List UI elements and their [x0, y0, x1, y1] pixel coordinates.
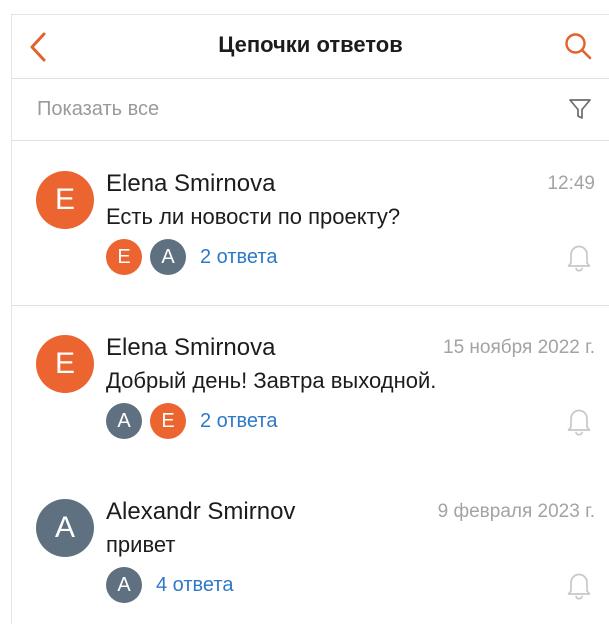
- thread-message: Добрый день! Завтра выходной.: [106, 368, 437, 393]
- thread-item[interactable]: E Elena Smirnova 12:49 Есть ли новости п…: [12, 143, 609, 303]
- search-icon: [565, 33, 592, 60]
- thread-time: 15 ноября 2022 г.: [443, 337, 595, 358]
- participant-avatar: E: [150, 403, 186, 439]
- thread-message: Есть ли новости по проекту?: [106, 204, 401, 229]
- header-divider: [12, 78, 609, 79]
- thread-time: 9 февраля 2023 г.: [437, 501, 595, 522]
- notification-toggle-button[interactable]: [565, 405, 593, 437]
- thread-author: Alexandr Smirnov: [106, 498, 296, 525]
- replies-row[interactable]: A 4 ответа: [106, 566, 233, 604]
- thread-message: привет: [106, 532, 176, 557]
- thread-time: 12:49: [547, 173, 595, 194]
- participant-avatar: E: [106, 239, 142, 275]
- replies-row[interactable]: E A 2 ответа: [106, 238, 277, 276]
- thread-divider: [12, 305, 609, 306]
- avatar[interactable]: E: [36, 171, 94, 229]
- bell-icon: [567, 409, 591, 436]
- page-title: Цепочки ответов: [218, 32, 403, 57]
- reply-count-link[interactable]: 2 ответа: [200, 410, 277, 433]
- reply-count-link[interactable]: 4 ответа: [156, 574, 233, 597]
- notification-toggle-button[interactable]: [565, 241, 593, 273]
- thread-author: Elena Smirnova: [106, 170, 276, 197]
- filter-divider: [12, 140, 609, 141]
- search-button[interactable]: [561, 29, 595, 63]
- replies-row[interactable]: A E 2 ответа: [106, 402, 277, 440]
- avatar[interactable]: E: [36, 335, 94, 393]
- avatar[interactable]: A: [36, 499, 94, 557]
- header-bar: Цепочки ответов: [12, 15, 609, 78]
- reply-count-link[interactable]: 2 ответа: [200, 246, 277, 269]
- filter-icon: [569, 99, 591, 119]
- filter-label[interactable]: Показать все: [37, 98, 159, 121]
- filter-button[interactable]: [565, 94, 595, 124]
- bell-icon: [567, 573, 591, 600]
- notification-toggle-button[interactable]: [565, 569, 593, 601]
- participant-avatar: A: [150, 239, 186, 275]
- thread-item[interactable]: E Elena Smirnova 15 ноября 2022 г. Добры…: [12, 307, 609, 467]
- participant-avatar: A: [106, 403, 142, 439]
- thread-author: Elena Smirnova: [106, 334, 276, 361]
- bell-icon: [567, 245, 591, 272]
- thread-item[interactable]: A Alexandr Smirnov 9 февраля 2023 г. при…: [12, 471, 609, 624]
- participant-avatar: A: [106, 567, 142, 603]
- filter-bar[interactable]: Показать все: [12, 80, 609, 140]
